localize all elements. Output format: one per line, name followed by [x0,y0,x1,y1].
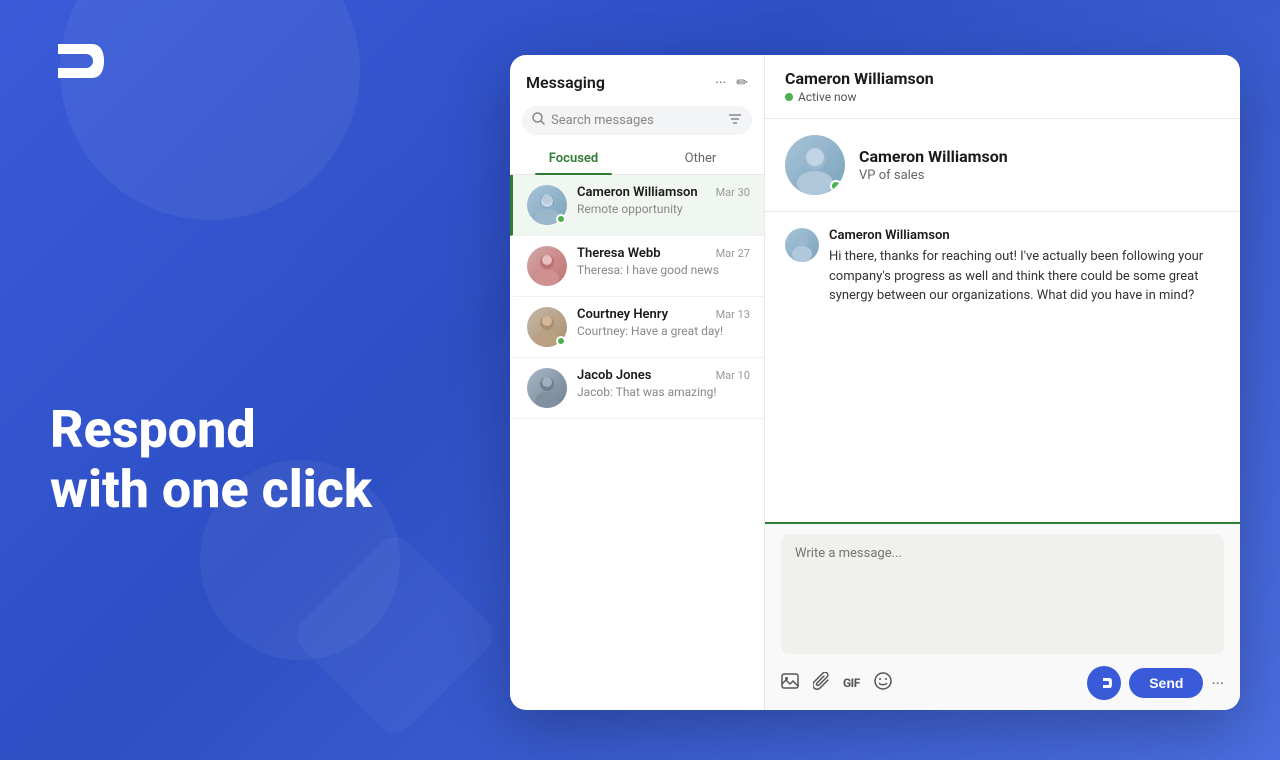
conv-item-jacob[interactable]: Jacob Jones Mar 10 Jacob: That was amazi… [510,358,764,419]
conv-preview-jacob: Jacob: That was amazing! [577,385,750,399]
tabs: Focused Other [510,143,764,175]
conv-content-theresa: Theresa Webb Mar 27 Theresa: I have good… [577,246,750,277]
online-dot-cameron [556,214,566,224]
avatar-wrap-cameron [527,185,567,225]
more-options-icon[interactable]: ··· [715,75,726,91]
conv-item-courtney[interactable]: Courtney Henry Mar 13 Courtney: Have a g… [510,297,764,358]
tab-focused[interactable]: Focused [510,143,637,174]
tab-other[interactable]: Other [637,143,764,174]
conv-content-cameron: Cameron Williamson Mar 30 Remote opportu… [577,185,750,216]
left-panel: Respond with one click [0,0,480,760]
toolbar-icons: GIF [781,672,892,694]
conv-preview-cameron: Remote opportunity [577,202,750,216]
profile-name: Cameron Williamson [859,147,1008,166]
avatar-theresa [527,246,567,286]
profile-title: VP of sales [859,168,1008,183]
conv-content-jacob: Jacob Jones Mar 10 Jacob: That was amazi… [577,368,750,399]
conv-date-jacob: Mar 10 [716,369,750,382]
messaging-header: Messaging ··· ✏ [510,55,764,102]
profile-online-dot [830,180,842,192]
ui-card: Messaging ··· ✏ Search messages [510,55,1240,710]
gif-icon[interactable]: GIF [843,676,860,690]
active-status-dot [785,93,793,101]
emoji-icon[interactable] [874,672,892,694]
message-bubble: Cameron Williamson Hi there, thanks for … [785,228,1220,306]
conv-preview-theresa: Theresa: I have good news [577,263,750,277]
chat-status-text: Active now [798,90,857,104]
chat-panel: Cameron Williamson Active now Cameron Wi… [765,55,1240,710]
conv-name-theresa: Theresa Webb [577,246,661,261]
online-dot-courtney [556,336,566,346]
search-input[interactable]: Search messages [551,113,722,128]
msg-text: Hi there, thanks for reaching out! I've … [829,247,1220,306]
conv-preview-courtney: Courtney: Have a great day! [577,324,750,338]
msg-sender: Cameron Williamson [829,228,1220,243]
avatar-wrap-jacob [527,368,567,408]
messages-area: Cameron Williamson Hi there, thanks for … [765,212,1240,522]
messaging-header-icons: ··· ✏ [715,75,748,91]
conv-date-theresa: Mar 27 [716,247,750,260]
conv-date-cameron: Mar 30 [716,186,750,199]
filter-icon[interactable] [728,113,742,129]
conv-name-courtney: Courtney Henry [577,307,668,322]
attachment-icon[interactable] [813,672,829,694]
search-icon [532,112,545,129]
avatar-wrap-theresa [527,246,567,286]
chat-status: Active now [785,90,1220,104]
msg-avatar-cameron [785,228,819,262]
profile-section: Cameron Williamson VP of sales [765,119,1240,212]
msg-content: Cameron Williamson Hi there, thanks for … [829,228,1220,306]
conv-name-jacob: Jacob Jones [577,368,651,383]
conv-date-courtney: Mar 13 [716,308,750,321]
avatar-wrap-courtney [527,307,567,347]
conv-name-cameron: Cameron Williamson [577,185,698,200]
chat-header: Cameron Williamson Active now [765,55,1240,119]
conv-item-cameron[interactable]: Cameron Williamson Mar 30 Remote opportu… [510,175,764,236]
message-input[interactable] [781,534,1224,654]
compose-icon[interactable]: ✏ [736,75,748,91]
avatar-jacob [527,368,567,408]
messaging-panel: Messaging ··· ✏ Search messages [510,55,765,710]
hero-tagline: Respond with one click [50,400,430,520]
input-area: GIF [765,522,1240,710]
profile-avatar [785,135,845,195]
image-icon[interactable] [781,673,799,693]
conv-content-courtney: Courtney Henry Mar 13 Courtney: Have a g… [577,307,750,338]
more-options-send-icon[interactable]: ··· [1211,674,1224,693]
input-toolbar: GIF [781,658,1224,700]
search-bar[interactable]: Search messages [522,106,752,135]
logo-icon [50,40,104,82]
send-button[interactable]: Send [1129,668,1203,698]
send-icon-button[interactable] [1087,666,1121,700]
chat-contact-name: Cameron Williamson [785,69,1220,88]
profile-info: Cameron Williamson VP of sales [859,147,1008,183]
conv-item-theresa[interactable]: Theresa Webb Mar 27 Theresa: I have good… [510,236,764,297]
logo [50,40,430,91]
conversation-list: Cameron Williamson Mar 30 Remote opportu… [510,175,764,710]
send-area: Send ··· [1087,666,1224,700]
messaging-title: Messaging [526,73,605,92]
